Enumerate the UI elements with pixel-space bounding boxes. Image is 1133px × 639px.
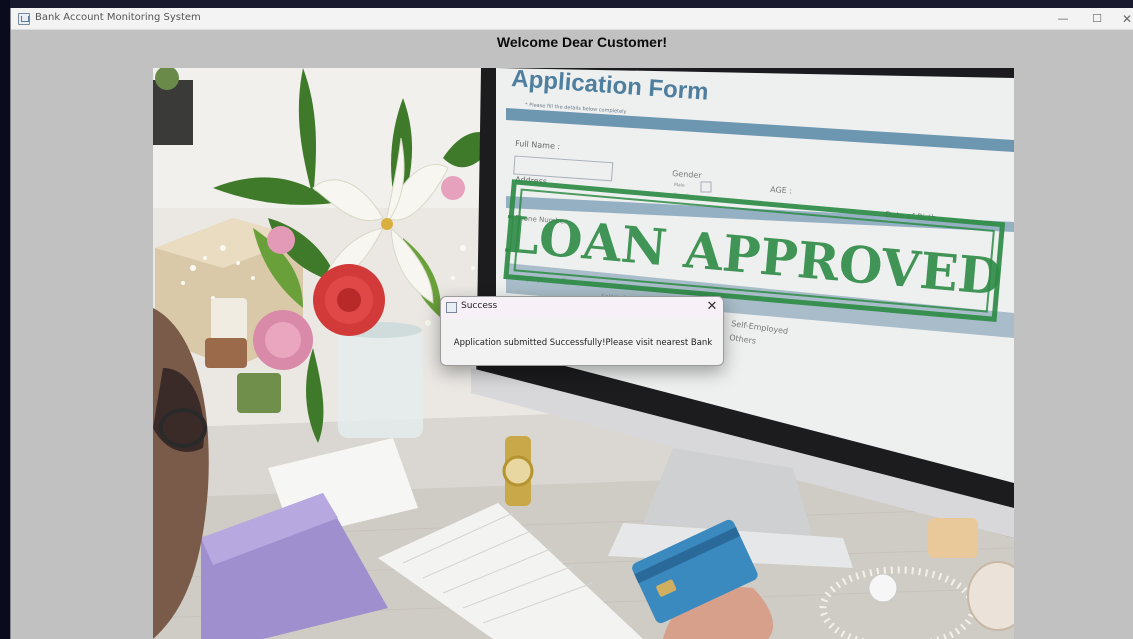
desktop-edge	[0, 0, 10, 639]
form-age-label: AGE :	[770, 185, 792, 196]
dialog-close-icon[interactable]: ✕	[703, 298, 721, 316]
welcome-heading: Welcome Dear Customer!	[496, 34, 668, 50]
app-window: Bank Account Monitoring System — ☐ ✕ Wel…	[10, 8, 1133, 639]
minimize-icon[interactable]: —	[1046, 8, 1080, 30]
dialog-title: Success	[461, 301, 498, 311]
form-male-label: Male	[674, 182, 685, 189]
java-app-icon	[18, 13, 30, 25]
dialog-title-bar[interactable]: Success ✕	[441, 297, 723, 319]
main-panel: Welcome Dear Customer! Application Form …	[11, 30, 1133, 639]
maximize-icon[interactable]: ☐	[1080, 8, 1114, 30]
dialog-message: Application submitted Successfully!Pleas…	[453, 338, 713, 348]
close-icon[interactable]: ✕	[1110, 8, 1133, 30]
window-title: Bank Account Monitoring System	[35, 12, 201, 23]
title-bar[interactable]: Bank Account Monitoring System — ☐ ✕	[11, 8, 1133, 30]
success-dialog[interactable]: Success ✕ Application submitted Successf…	[440, 296, 724, 366]
java-app-icon	[446, 302, 457, 313]
